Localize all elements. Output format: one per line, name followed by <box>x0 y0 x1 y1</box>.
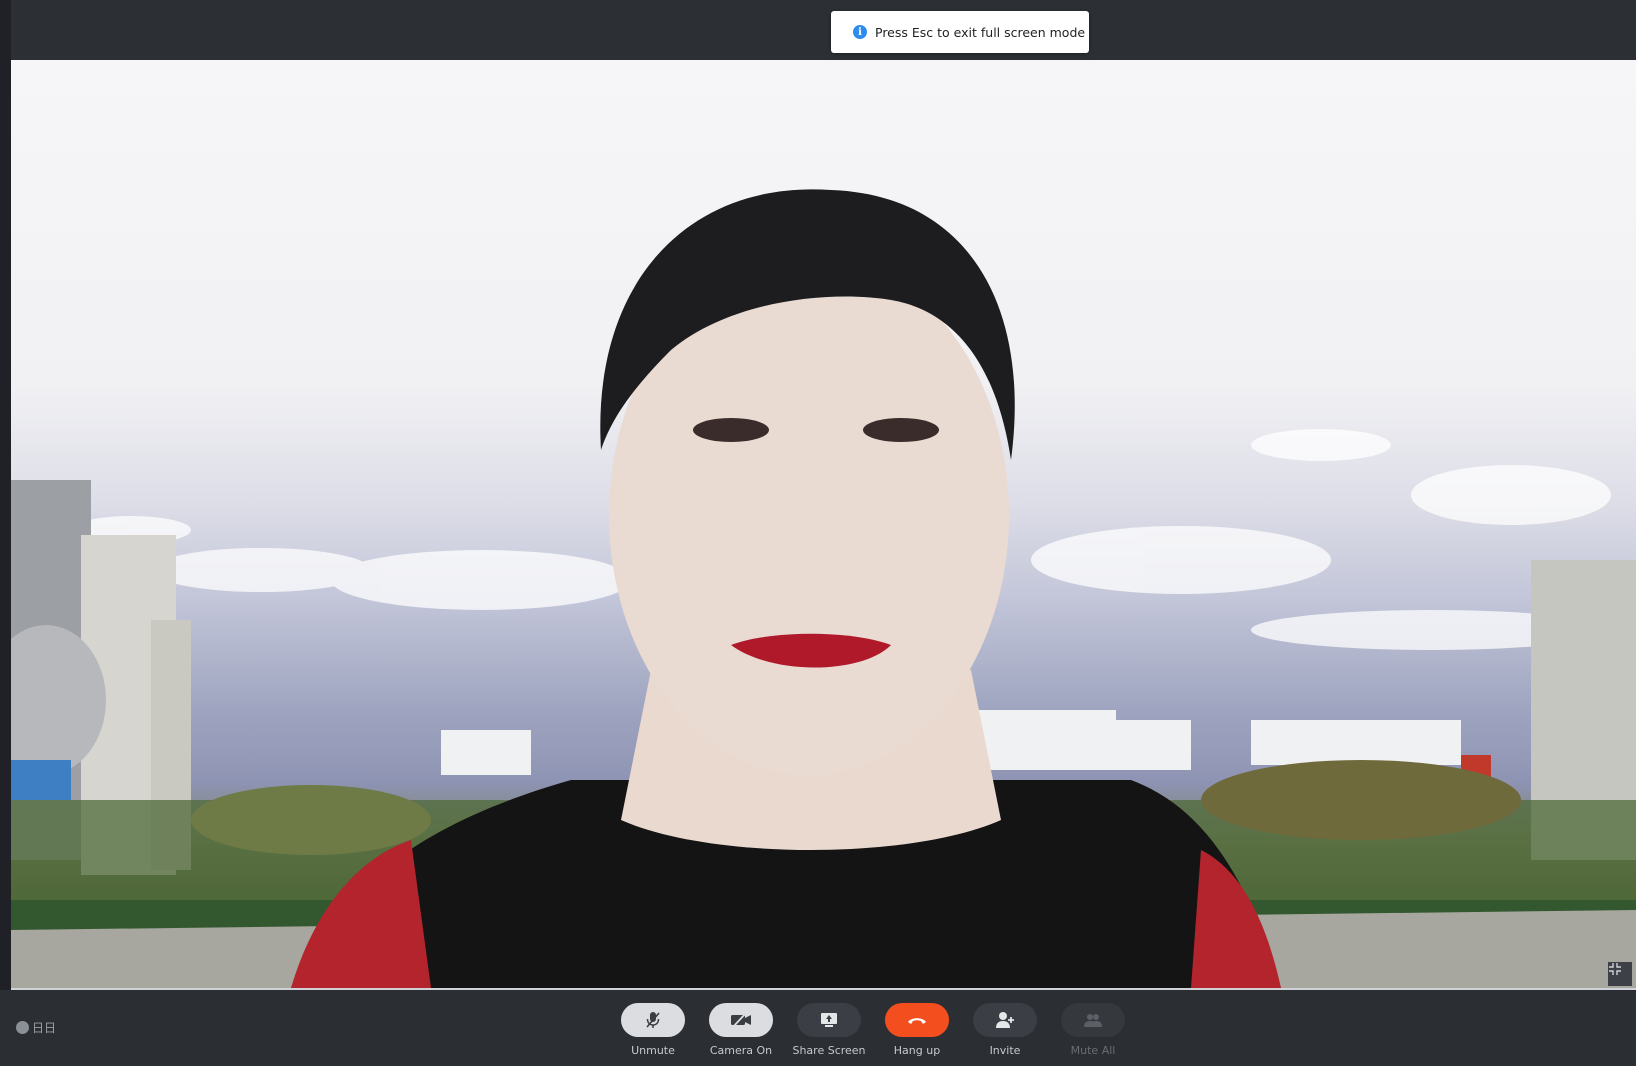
hang-up-button[interactable] <box>885 1003 949 1037</box>
video-scene <box>11 189 1636 988</box>
fullscreen-toast: i Press Esc to exit full screen mode <box>831 11 1089 53</box>
invite-label: Invite <box>989 1044 1021 1057</box>
invite-control[interactable]: Invite <box>968 1003 1042 1057</box>
camera-button[interactable] <box>709 1003 773 1037</box>
exit-fullscreen-button[interactable] <box>1608 962 1632 986</box>
unmute-button[interactable] <box>621 1003 685 1037</box>
unmute-control[interactable]: Unmute <box>616 1003 690 1057</box>
share-control[interactable]: Share Screen <box>792 1003 866 1057</box>
hangup-control[interactable]: Hang up <box>880 1003 954 1057</box>
exit-fullscreen-icon <box>1609 963 1621 975</box>
add-user-icon <box>996 1012 1014 1028</box>
meeting-window: i Press Esc to exit full screen mode 日日 … <box>0 0 1636 1066</box>
share-screen-icon <box>821 1013 837 1027</box>
invite-button[interactable] <box>973 1003 1037 1037</box>
mute-all-label: Mute All <box>1070 1044 1116 1057</box>
hang-up-label: Hang up <box>893 1044 941 1057</box>
brand-label: 日日 <box>32 1021 57 1035</box>
mute-all-button[interactable] <box>1061 1003 1125 1037</box>
brand-logo-icon <box>16 1021 29 1034</box>
video-feed[interactable] <box>11 60 1636 988</box>
share-screen-button[interactable] <box>797 1003 861 1037</box>
unmute-label: Unmute <box>631 1044 675 1057</box>
share-screen-label: Share Screen <box>792 1044 866 1057</box>
mic-off-icon <box>646 1012 660 1028</box>
phone-hangup-icon <box>908 1018 926 1024</box>
camera-off-icon <box>731 1012 751 1028</box>
brand: 日日 <box>16 1019 56 1036</box>
info-icon: i <box>853 25 867 39</box>
window-edge <box>0 0 11 1066</box>
mute-all-control[interactable]: Mute All <box>1056 1003 1130 1057</box>
toast-text: Press Esc to exit full screen mode <box>875 24 1086 40</box>
camera-control[interactable]: Camera On <box>704 1003 778 1057</box>
mute-all-icon <box>1084 1014 1102 1027</box>
camera-label: Camera On <box>709 1044 773 1057</box>
